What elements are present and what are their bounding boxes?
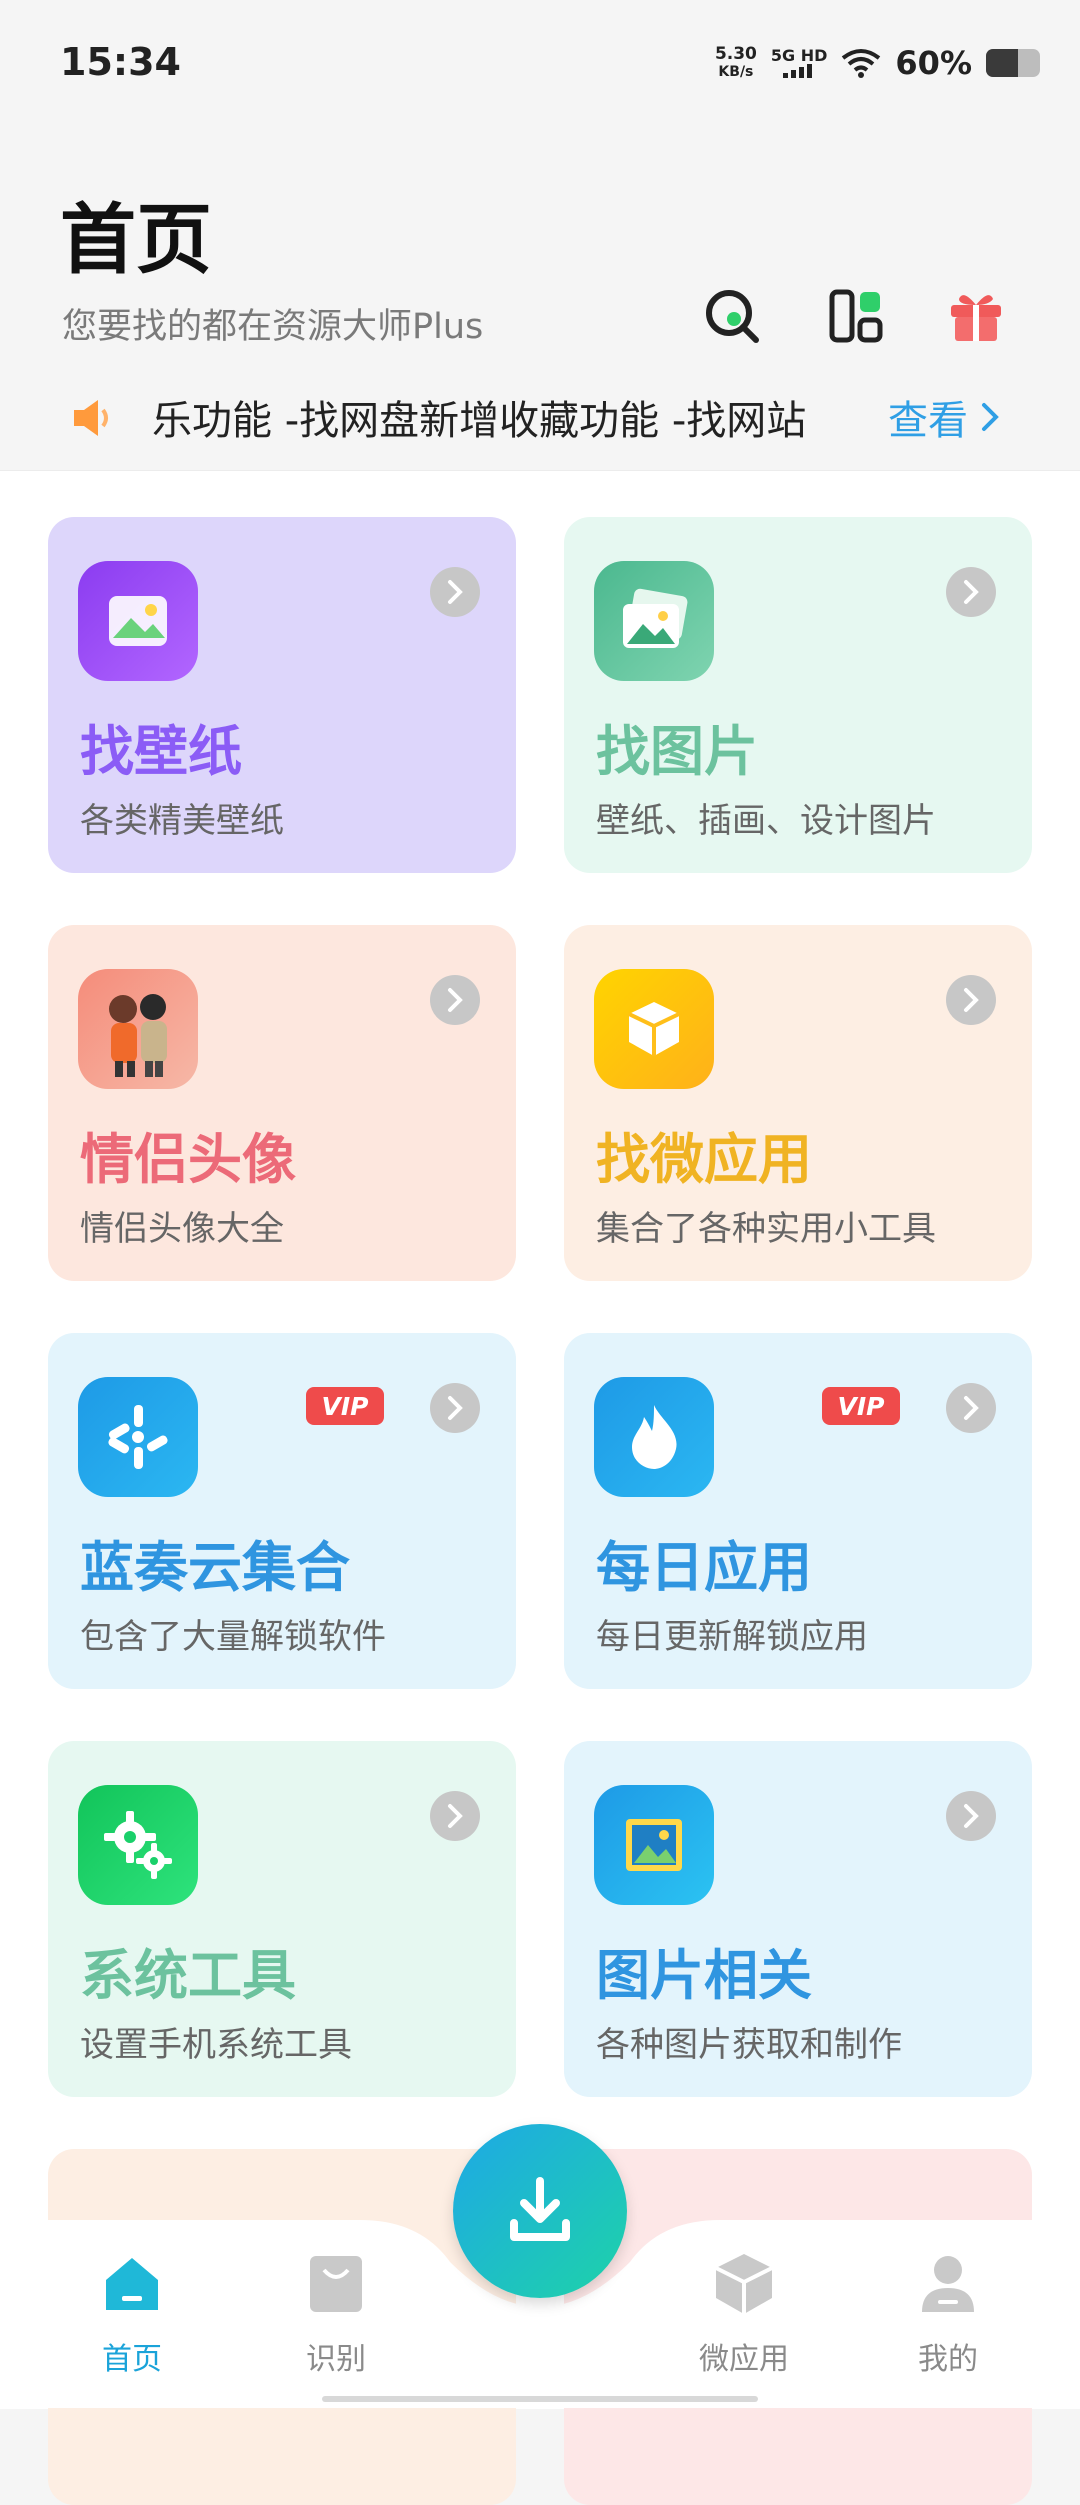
chevron-right-icon xyxy=(946,975,996,1025)
home-icon xyxy=(106,2258,158,2310)
box-icon xyxy=(594,969,714,1089)
card-title: 系统工具 xyxy=(80,1944,296,2007)
status-bar: 15:34 5.30 KB/s 5G HD 60% xyxy=(0,0,1080,130)
page-title: 首页 xyxy=(60,195,212,284)
card-title: 找图片 xyxy=(596,720,758,783)
card-description: 设置手机系统工具 xyxy=(80,2025,352,2065)
nav-label: 我的 xyxy=(918,2342,978,2377)
speaker-icon xyxy=(74,400,108,436)
card-description: 包含了大量解锁软件 xyxy=(80,1617,386,1657)
wallpaper-icon xyxy=(78,561,198,681)
network-type: 5G HD xyxy=(770,46,828,65)
download-button[interactable] xyxy=(453,2124,627,2298)
vip-badge: VIP xyxy=(306,1387,384,1425)
signal-icon: 5G HD xyxy=(770,46,828,78)
card-micro-apps[interactable]: 找微应用 集合了各种实用小工具 xyxy=(564,925,1032,1281)
net-speed: 5.30 KB/s xyxy=(715,45,757,81)
card-title: 图片相关 xyxy=(596,1944,812,2007)
cloud-collection-icon xyxy=(78,1377,198,1497)
bag-icon xyxy=(310,2256,362,2312)
image-icon xyxy=(594,1785,714,1905)
card-lanzou-collection[interactable]: VIP 蓝奏云集合 包含了大量解锁软件 xyxy=(48,1333,516,1689)
chevron-right-icon xyxy=(946,1383,996,1433)
cube-icon xyxy=(715,2254,773,2314)
status-time: 15:34 xyxy=(60,40,181,84)
page-subtitle: 您要找的都在资源大师Plus xyxy=(62,307,484,347)
card-couple-avatars[interactable]: 情侣头像 情侣头像大全 xyxy=(48,925,516,1281)
card-title: 找壁纸 xyxy=(80,720,242,783)
profile-icon xyxy=(922,2256,974,2312)
card-description: 每日更新解锁应用 xyxy=(596,1617,868,1657)
card-description: 壁纸、插画、设计图片 xyxy=(596,801,936,841)
chevron-right-icon xyxy=(430,1383,480,1433)
card-title: 蓝奏云集合 xyxy=(80,1536,350,1599)
gear-icon xyxy=(78,1785,198,1905)
chevron-right-icon xyxy=(946,1791,996,1841)
couple-avatar-icon xyxy=(78,969,198,1089)
card-description: 各类精美壁纸 xyxy=(80,801,284,841)
chevron-right-icon xyxy=(430,567,480,617)
card-image-tools[interactable]: 图片相关 各种图片获取和制作 xyxy=(564,1741,1032,2097)
nav-label: 识别 xyxy=(306,2342,366,2377)
home-indicator xyxy=(322,2396,758,2402)
chevron-right-icon xyxy=(982,403,999,431)
content-area: 找壁纸 各类精美壁纸 找图片 壁纸、插画、设计图片 情侣头像 情侣头像大全 找微… xyxy=(0,470,1080,2505)
card-pictures[interactable]: 找图片 壁纸、插画、设计图片 xyxy=(564,517,1032,873)
nav-recognize[interactable]: 识别 xyxy=(266,2250,406,2378)
net-speed-unit: KB/s xyxy=(718,64,754,80)
vip-badge: VIP xyxy=(822,1387,900,1425)
nav-home[interactable]: 首页 xyxy=(62,2250,202,2378)
card-wallpaper[interactable]: 找壁纸 各类精美壁纸 xyxy=(48,517,516,873)
nav-profile[interactable]: 我的 xyxy=(878,2250,1018,2378)
search-icon[interactable] xyxy=(700,284,764,348)
net-speed-value: 5.30 xyxy=(714,44,757,64)
card-description: 集合了各种实用小工具 xyxy=(596,1209,936,1249)
gift-icon[interactable] xyxy=(944,284,1008,348)
status-indicators: 5.30 KB/s 5G HD 60% xyxy=(715,44,1040,82)
notice-more-link[interactable]: 查看 xyxy=(888,388,1000,446)
card-title: 找微应用 xyxy=(596,1128,812,1191)
card-description: 各种图片获取和制作 xyxy=(596,2025,902,2065)
chevron-right-icon xyxy=(430,1791,480,1841)
card-title: 情侣头像 xyxy=(80,1128,296,1191)
flame-icon xyxy=(594,1377,714,1497)
nav-micro-apps[interactable]: 微应用 xyxy=(674,2250,814,2378)
chevron-right-icon xyxy=(946,567,996,617)
notice-more-label: 查看 xyxy=(888,398,968,444)
nav-label: 首页 xyxy=(102,2342,162,2377)
notice-marquee-text: 乐功能 -找网盘新增收藏功能 -找网站 xyxy=(152,398,807,444)
chevron-right-icon xyxy=(430,975,480,1025)
card-title: 每日应用 xyxy=(596,1536,812,1599)
battery-icon xyxy=(986,49,1040,77)
battery-text: 60% xyxy=(895,44,972,82)
card-system-tools[interactable]: 系统工具 设置手机系统工具 xyxy=(48,1741,516,2097)
nav-label: 微应用 xyxy=(699,2342,789,2377)
card-description: 情侣头像大全 xyxy=(80,1209,284,1249)
card-daily-apps[interactable]: VIP 每日应用 每日更新解锁应用 xyxy=(564,1333,1032,1689)
download-icon xyxy=(510,2177,570,2241)
picture-icon xyxy=(594,561,714,681)
wifi-icon xyxy=(842,49,881,78)
dashboard-icon[interactable] xyxy=(824,284,888,348)
